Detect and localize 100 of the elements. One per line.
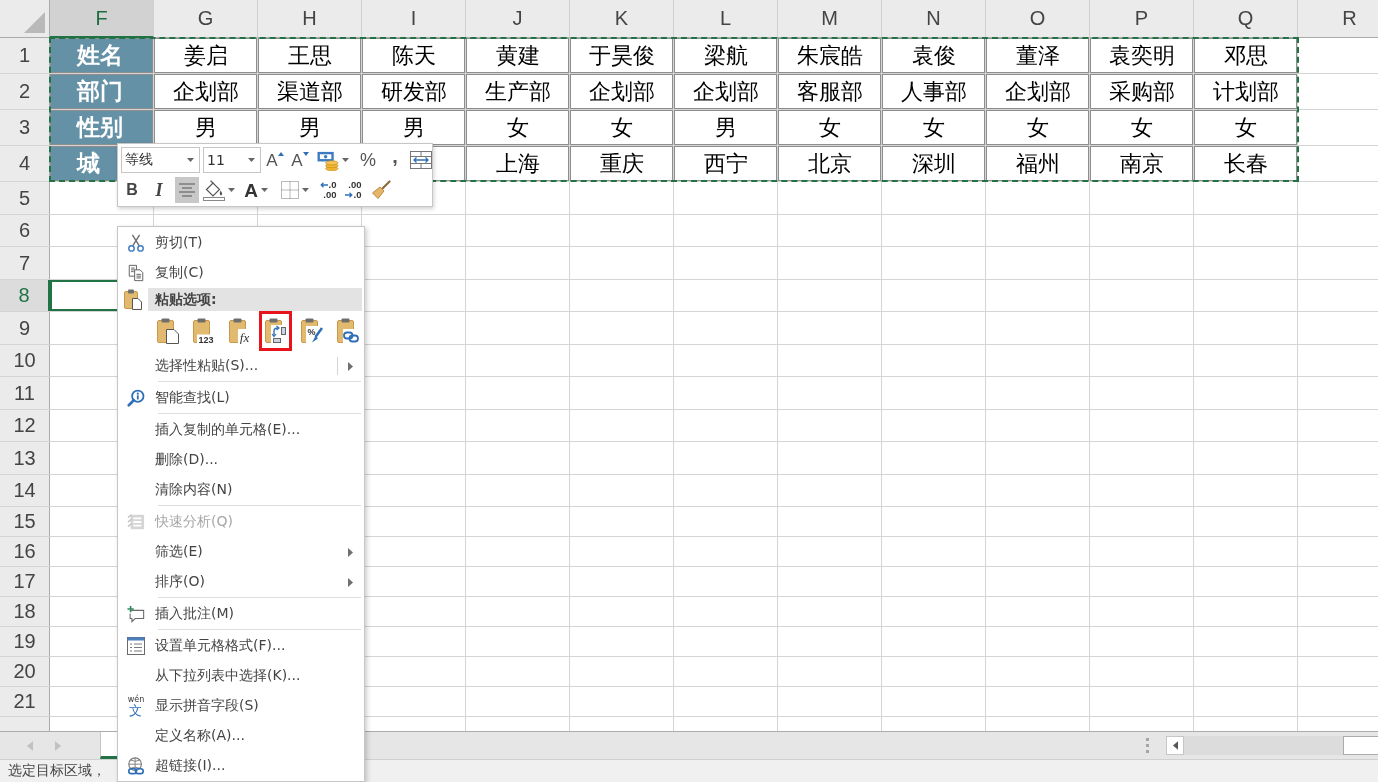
clipboard-page-icon [156,318,179,344]
label-cell: 性别 [50,110,153,145]
column-header[interactable]: F [50,0,154,38]
align-center-icon [179,183,195,197]
column-header[interactable]: O [986,0,1090,38]
banknote-coins-icon [317,149,339,171]
menu-item[interactable]: 插入批注(M) [118,599,364,629]
row-header[interactable]: 17 [0,567,50,596]
row-header[interactable]: 6 [0,215,50,246]
table-cell: 女 [1194,110,1297,145]
table-lines-icon [127,513,145,531]
font-name-field[interactable]: 等线 [121,147,200,173]
menu-item[interactable]: 设置单元格格式(F)... [118,631,364,661]
table-cell: 女 [882,110,985,145]
column-header[interactable]: N [882,0,986,38]
table-cell: 重庆 [570,146,673,181]
align-center-button[interactable] [175,177,199,203]
caret-icon [187,158,194,162]
table-cell: 袁俊 [882,38,985,73]
table-cell: 邓思 [1194,38,1297,73]
row-header[interactable]: 2 [0,74,50,109]
row-header[interactable]: 12 [0,410,50,441]
info-search-icon [127,389,145,407]
label-cell: 姓名 [50,38,153,73]
row-header[interactable]: 8 [0,280,50,311]
column-header[interactable]: G [154,0,258,38]
row-header[interactable]: 20 [0,657,50,686]
clipboard-arrows-icon [264,318,287,344]
row-header[interactable]: 3 [0,110,50,145]
table-cell: 女 [570,110,673,145]
table-cell: 朱宸皓 [778,38,881,73]
column-header[interactable]: K [570,0,674,38]
column-header[interactable]: Q [1194,0,1298,38]
paste-option-button[interactable]: 123 [187,311,220,351]
table-cell: 深圳 [882,146,985,181]
paste-option-button[interactable] [259,311,292,351]
comment-plus-icon [127,605,145,623]
triangle-icon [24,12,45,33]
menu-item[interactable]: 删除(D)... [118,445,364,475]
scroll-left-button[interactable] [1166,736,1184,755]
table-cell: 企划部 [986,74,1089,109]
menu-item[interactable]: 清除内容(N) [118,475,364,505]
percent-button[interactable]: % [355,147,381,173]
table-cell: 企划部 [154,74,257,109]
menu-item[interactable]: 复制(C) [118,258,364,288]
row-header[interactable]: 9 [0,312,50,344]
split-handle-icon[interactable] [1146,738,1149,753]
font-size-field[interactable]: 11 [203,147,261,173]
menu-item[interactable]: 排序(O) [118,567,364,597]
table-cell: 女 [778,110,881,145]
column-header[interactable]: I [362,0,466,38]
table-cell: 西宁 [674,146,777,181]
table-cell: 企划部 [674,74,777,109]
comma-button[interactable]: , [384,147,406,173]
menu-item[interactable]: 筛选(E) [118,537,364,567]
table-cell: 董泽 [986,38,1089,73]
row-header[interactable]: 16 [0,537,50,566]
increase-decimal-button[interactable]: .0 .00 [317,177,339,203]
row-header[interactable]: 7 [0,247,50,279]
table-cell: 女 [1090,110,1193,145]
menu-item[interactable]: 选择性粘贴(S)... [118,351,364,381]
row-header[interactable]: 13 [0,442,50,474]
menu-item[interactable]: 从下拉列表中选择(K)... [118,661,364,691]
row-header[interactable]: 10 [0,345,50,376]
row-header[interactable]: 18 [0,597,50,626]
table-cell: 陈天 [362,38,465,73]
row-header[interactable]: 11 [0,377,50,409]
paste-option-button[interactable]: fx [223,311,256,351]
column-header[interactable]: L [674,0,778,38]
table-cell: 黄建 [466,38,569,73]
shrink-font-button[interactable]: A [289,147,311,173]
font-color-button[interactable]: A [239,177,273,203]
menu-item[interactable]: 剪切(T) [118,228,364,258]
row-header[interactable]: 5 [0,182,50,214]
table-cell: 计划部 [1194,74,1297,109]
column-header[interactable]: R [1298,0,1378,38]
row-header[interactable]: 14 [0,475,50,506]
column-header[interactable]: J [466,0,570,38]
table-cell: 北京 [778,146,881,181]
sheet-tab[interactable] [100,732,117,759]
menu-item[interactable]: 插入复制的单元格(E)... [118,415,364,445]
column-header[interactable]: H [258,0,362,38]
menu-item[interactable]: 智能查找(L) [118,383,364,413]
table-cell: 梁航 [674,38,777,73]
row-header[interactable]: 21 [0,687,50,716]
column-header[interactable]: M [778,0,882,38]
menu-item[interactable]: 定义名称(A)... [118,721,364,751]
decrease-decimal-button[interactable]: .00 .0 [342,177,364,203]
table-cell: 男 [258,110,361,145]
grow-font-button[interactable]: A [264,147,286,173]
paste-option-button[interactable]: % [295,311,328,351]
table-cell: 采购部 [1090,74,1193,109]
table-cell: 渠道部 [258,74,361,109]
row-header[interactable]: 15 [0,507,50,536]
column-header[interactable]: P [1090,0,1194,38]
menu-item[interactable]: 超链接(I)... [118,751,364,781]
row-header[interactable]: 4 [0,146,50,181]
scrollbar-thumb[interactable] [1343,736,1378,755]
row-header[interactable]: 1 [0,38,50,73]
row-header[interactable]: 19 [0,627,50,656]
